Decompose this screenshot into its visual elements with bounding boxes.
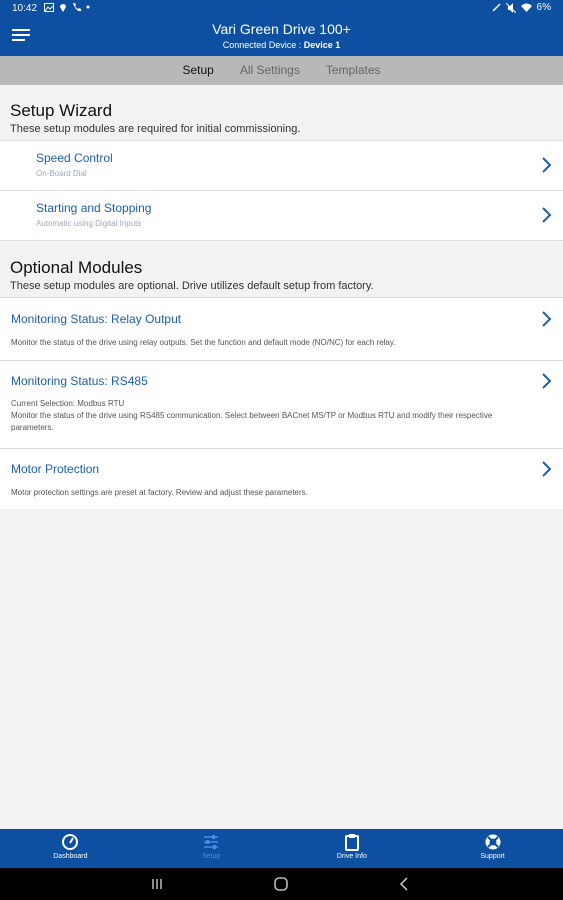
device-name: Device 1 [303,40,341,50]
nav-setup[interactable]: Setup [141,829,282,868]
sliders-icon [204,835,219,849]
back-icon[interactable] [396,875,414,893]
phone-icon [73,3,81,12]
battery-text: 6% [536,2,551,13]
location-icon [60,4,66,12]
list-item-description: Motor protection settings are preset at … [11,488,308,497]
status-bar: 10:42 6% [0,0,563,18]
stylus-icon [492,3,501,12]
clipboard-icon [344,834,359,851]
setup-wizard-description: These setup modules are required for ini… [10,123,301,135]
app-bar: Vari Green Drive 100+ Connected Device :… [0,18,563,56]
nav-label: Setup [201,853,221,860]
home-icon[interactable] [272,875,290,893]
nav-dashboard[interactable]: Dashboard [0,829,141,868]
main-content: Setup Wizard These setup modules are req… [0,85,563,509]
lifebuoy-icon [485,834,501,850]
list-item-title: Motor Protection [11,462,100,476]
chevron-right-icon [542,207,552,223]
app-title: Vari Green Drive 100+ [212,21,351,37]
dot-icon [86,5,90,9]
nav-support[interactable]: Support [422,829,563,868]
connected-label: Connected Device : [222,40,302,50]
optional-modules-header: Optional Modules These setup modules are… [0,241,563,297]
optional-modules-description: These setup modules are optional. Drive … [10,280,374,292]
connected-device: Connected Device : Device 1 [0,40,563,50]
tab-all-settings[interactable]: All Settings [227,56,313,85]
starting-stopping-item[interactable]: Starting and Stopping Automatic using Di… [0,190,563,241]
chevron-right-icon [542,373,552,389]
list-item-description: Monitor the status of the drive using RS… [11,411,493,432]
list-item-subtitle: On-Board Dial [36,169,87,178]
wifi-icon [520,3,532,12]
speed-control-item[interactable]: Speed Control On-Board Dial [0,140,563,190]
chevron-right-icon [542,311,552,327]
list-item-title: Starting and Stopping [36,201,152,215]
nav-drive-info[interactable]: Drive Info [282,829,423,868]
current-selection: Current Selection: Modbus RTU [11,399,125,408]
relay-output-item[interactable]: Monitoring Status: Relay Output Monitor … [0,297,563,360]
nav-label: Drive Info [336,853,367,860]
setup-wizard-title: Setup Wizard [10,101,113,120]
list-item-description: Monitor the status of the drive using re… [11,338,396,347]
system-navigation-bar [0,868,563,900]
mute-icon [505,2,516,13]
list-item-title: Monitoring Status: RS485 [11,374,148,388]
chevron-right-icon [542,461,552,477]
list-item-subtitle: Automatic using Digital Inputs [36,219,142,228]
recents-icon[interactable] [148,875,166,893]
status-time: 10:42 [12,3,38,14]
tab-templates[interactable]: Templates [313,56,394,85]
chevron-right-icon [542,157,552,173]
nav-label: Support [480,853,505,860]
notification-icons [44,2,90,12]
motor-protection-item[interactable]: Motor Protection Motor protection settin… [0,448,563,509]
nav-label: Dashboard [53,853,88,860]
tab-bar: Setup All Settings Templates [0,56,563,85]
optional-modules-title: Optional Modules [10,258,143,277]
setup-wizard-header: Setup Wizard These setup modules are req… [0,85,563,140]
list-item-title: Monitoring Status: Relay Output [11,312,182,326]
image-notification-icon [44,2,54,12]
list-item-title: Speed Control [36,151,113,165]
tab-setup[interactable]: Setup [169,56,226,85]
rs485-item[interactable]: Monitoring Status: RS485 Current Selecti… [0,360,563,448]
system-icons: 6% [492,2,551,13]
gauge-icon [62,834,79,850]
bottom-navigation: Dashboard Setup Drive Info Support [0,829,563,868]
